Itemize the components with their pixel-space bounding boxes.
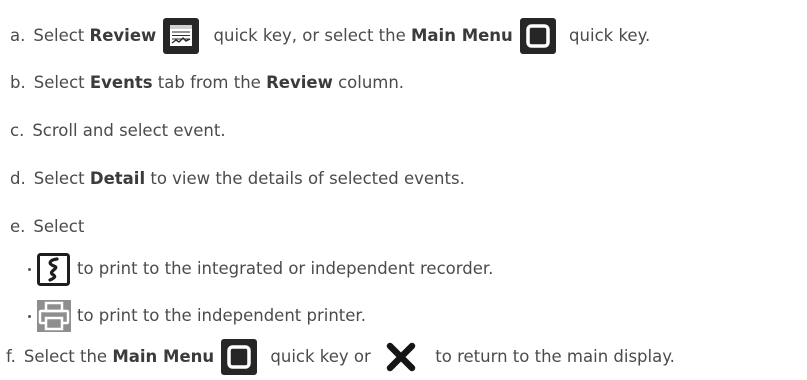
- close-x-icon: [386, 342, 416, 372]
- step-letter: a.: [10, 25, 26, 45]
- step-bold-text: Events: [89, 73, 153, 92]
- step-text: Select: [33, 25, 90, 45]
- step-letter: d.: [10, 169, 26, 188]
- step-text: Scroll and select event.: [32, 121, 226, 140]
- step-text: Select the: [23, 346, 113, 366]
- main-menu-quick-key-icon: [221, 339, 258, 375]
- step-e-option-recorder: to print to the integrated or independen…: [28, 253, 493, 286]
- review-quick-key-icon: [163, 18, 200, 54]
- step-f: f. Select the Main Menu quick key or to …: [6, 339, 675, 375]
- step-text: tab from the: [152, 73, 267, 92]
- step-text: Select: [33, 169, 90, 188]
- printer-icon: [37, 300, 71, 332]
- step-b: b. Select Events tab from the Review col…: [10, 73, 405, 92]
- bullet: [28, 268, 31, 271]
- step-letter: c.: [10, 121, 25, 140]
- step-text: column.: [332, 73, 405, 92]
- step-text: Select: [33, 73, 90, 92]
- step-text: quick key, or select the: [208, 25, 411, 45]
- step-e: e. Select: [10, 217, 85, 236]
- step-c: c. Scroll and select event.: [10, 121, 226, 140]
- step-bold-text: Detail: [89, 169, 146, 188]
- step-text: to print to the independent printer.: [77, 305, 366, 325]
- step-bold-text: Main Menu: [112, 346, 215, 366]
- step-bold-text: Review: [266, 73, 333, 92]
- step-letter: e.: [10, 217, 26, 236]
- step-a: a. Select Review quick key, or select th…: [10, 18, 650, 54]
- main-menu-quick-key-icon: [519, 18, 556, 54]
- step-e-option-printer: to print to the independent printer.: [28, 300, 366, 332]
- step-bold-text: Review: [89, 25, 157, 45]
- recorder-print-icon: [37, 253, 70, 286]
- step-text: to return to the main display.: [430, 346, 675, 366]
- step-text: to view the details of selected events.: [145, 169, 465, 188]
- step-letter: b.: [10, 73, 26, 92]
- step-text: quick key or: [265, 346, 377, 366]
- step-d: d. Select Detail to view the details of …: [10, 169, 465, 188]
- step-text: quick key.: [563, 25, 651, 45]
- step-bold-text: Main Menu: [411, 25, 513, 45]
- step-text: to print to the integrated or independen…: [77, 259, 494, 279]
- bullet: [28, 314, 31, 318]
- step-text: Select: [33, 217, 85, 236]
- step-letter: f.: [6, 346, 16, 366]
